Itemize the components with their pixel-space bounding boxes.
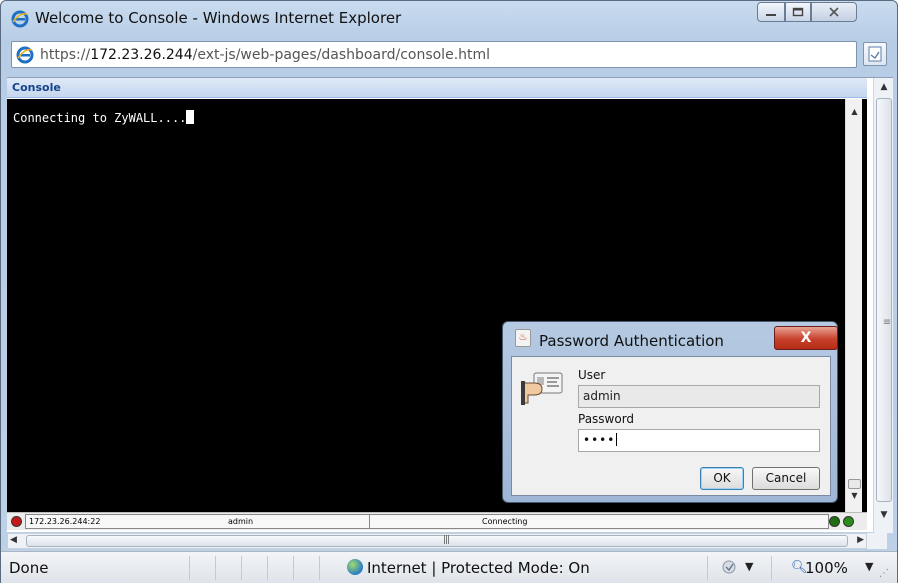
scroll-grip-icon: ≡ bbox=[882, 317, 892, 328]
status-text: Done bbox=[9, 559, 49, 577]
scroll-down-arrow-icon[interactable]: ▼ bbox=[846, 491, 863, 505]
security-zone-text: Internet | Protected Mode: On bbox=[367, 559, 590, 577]
status-state-text: Connecting bbox=[482, 517, 528, 526]
page-scroll-thumb[interactable]: ≡ bbox=[876, 98, 892, 502]
scroll-left-icon[interactable]: ◀ bbox=[10, 535, 17, 545]
close-window-button[interactable] bbox=[811, 2, 857, 22]
url-scheme: https:// bbox=[40, 47, 91, 63]
zoom-level[interactable]: 100% bbox=[805, 559, 848, 577]
minimize-button[interactable] bbox=[757, 2, 785, 22]
title-bar: Welcome to Console - Windows Internet Ex… bbox=[1, 1, 897, 37]
dialog-title-bar: ♨ Password Authentication X bbox=[511, 326, 838, 354]
status-divider bbox=[771, 556, 772, 580]
scrollbar-corner bbox=[867, 533, 887, 549]
cancel-button[interactable]: Cancel bbox=[752, 467, 820, 490]
horizontal-scroll-thumb[interactable]: ||| bbox=[26, 535, 848, 547]
password-auth-dialog: ♨ Password Authentication X User admin P… bbox=[502, 321, 838, 503]
status-divider bbox=[293, 556, 294, 580]
url-text: https://172.23.26.244/ext-js/web-pages/d… bbox=[40, 47, 490, 63]
terminal-scrollbar[interactable]: ▲ ▼ bbox=[845, 99, 862, 512]
scroll-up-arrow-icon[interactable]: ▲ bbox=[846, 107, 863, 121]
protected-mode-icon[interactable] bbox=[721, 558, 743, 576]
java-status-bar: 172.23.26.244:22 admin Connecting bbox=[7, 512, 867, 530]
status-divider bbox=[267, 556, 268, 580]
horizontal-grip-icon: ||| bbox=[443, 535, 450, 545]
ie-status-bar: Done Internet | Protected Mode: On ▼ 🔍︎ … bbox=[1, 551, 897, 583]
status-divider bbox=[241, 556, 242, 580]
rx-led-icon bbox=[829, 516, 840, 527]
minimize-icon bbox=[766, 14, 776, 16]
compatibility-view-icon bbox=[868, 46, 882, 62]
disconnected-led-icon bbox=[11, 516, 22, 527]
id-card-hand-icon bbox=[521, 372, 563, 405]
terminal-output: Connecting to ZyWALL.... bbox=[13, 111, 187, 125]
tx-led-icon bbox=[843, 516, 854, 527]
text-caret bbox=[616, 433, 618, 446]
compatibility-view-button[interactable] bbox=[863, 42, 887, 66]
status-divider bbox=[707, 556, 708, 580]
url-field[interactable]: https://172.23.26.244/ext-js/web-pages/d… bbox=[11, 41, 857, 68]
page-icon bbox=[16, 46, 34, 64]
password-field[interactable]: •••• bbox=[578, 429, 820, 452]
browser-window: Welcome to Console - Windows Internet Ex… bbox=[0, 0, 898, 583]
dialog-body: User admin Password •••• OK Cancel bbox=[511, 356, 831, 496]
status-divider bbox=[319, 556, 320, 580]
address-bar: https://172.23.26.244/ext-js/web-pages/d… bbox=[11, 41, 887, 69]
maximize-button[interactable] bbox=[785, 2, 811, 22]
status-state-cell: Connecting bbox=[369, 514, 829, 529]
scroll-right-icon[interactable]: ▶ bbox=[857, 535, 864, 545]
password-label: Password bbox=[578, 412, 635, 426]
close-icon bbox=[829, 7, 839, 17]
url-host: 172.23.26.244 bbox=[90, 47, 193, 63]
maximize-icon bbox=[792, 7, 804, 17]
status-divider bbox=[189, 556, 190, 580]
status-user-cell: admin bbox=[225, 514, 370, 529]
protected-mode-dropdown-icon[interactable]: ▼ bbox=[745, 560, 753, 573]
page-vertical-scrollbar[interactable]: ▲ ≡ ▼ bbox=[873, 78, 893, 533]
internet-globe-icon bbox=[347, 559, 363, 575]
window-title: Welcome to Console - Windows Internet Ex… bbox=[35, 9, 402, 27]
console-panel-header: Console bbox=[7, 78, 867, 98]
password-mask: •••• bbox=[583, 433, 616, 447]
terminal-line: Connecting to ZyWALL.... bbox=[13, 110, 195, 125]
resize-grip-icon[interactable]: ⋰ bbox=[879, 568, 889, 579]
ok-button[interactable]: OK bbox=[700, 467, 744, 490]
status-divider bbox=[215, 556, 216, 580]
security-zone[interactable]: Internet | Protected Mode: On bbox=[347, 559, 590, 577]
page-scroll-up-icon[interactable]: ▲ bbox=[874, 82, 894, 92]
internet-explorer-icon bbox=[11, 10, 29, 28]
page-horizontal-scrollbar[interactable]: ◀ ||| ▶ bbox=[7, 533, 867, 549]
terminal-scroll-thumb[interactable] bbox=[848, 479, 861, 489]
user-field[interactable]: admin bbox=[578, 385, 820, 408]
dialog-title: Password Authentication bbox=[539, 332, 724, 350]
url-path: /ext-js/web-pages/dashboard/console.html bbox=[192, 47, 491, 63]
console-panel-title: Console bbox=[12, 81, 61, 94]
java-cup-icon: ♨ bbox=[515, 329, 531, 347]
terminal-cursor bbox=[186, 110, 195, 124]
user-label: User bbox=[578, 368, 606, 382]
dialog-close-button[interactable]: X bbox=[774, 326, 838, 350]
zoom-dropdown-icon[interactable]: ▼ bbox=[865, 560, 873, 573]
page-scroll-down-icon[interactable]: ▼ bbox=[874, 510, 894, 520]
